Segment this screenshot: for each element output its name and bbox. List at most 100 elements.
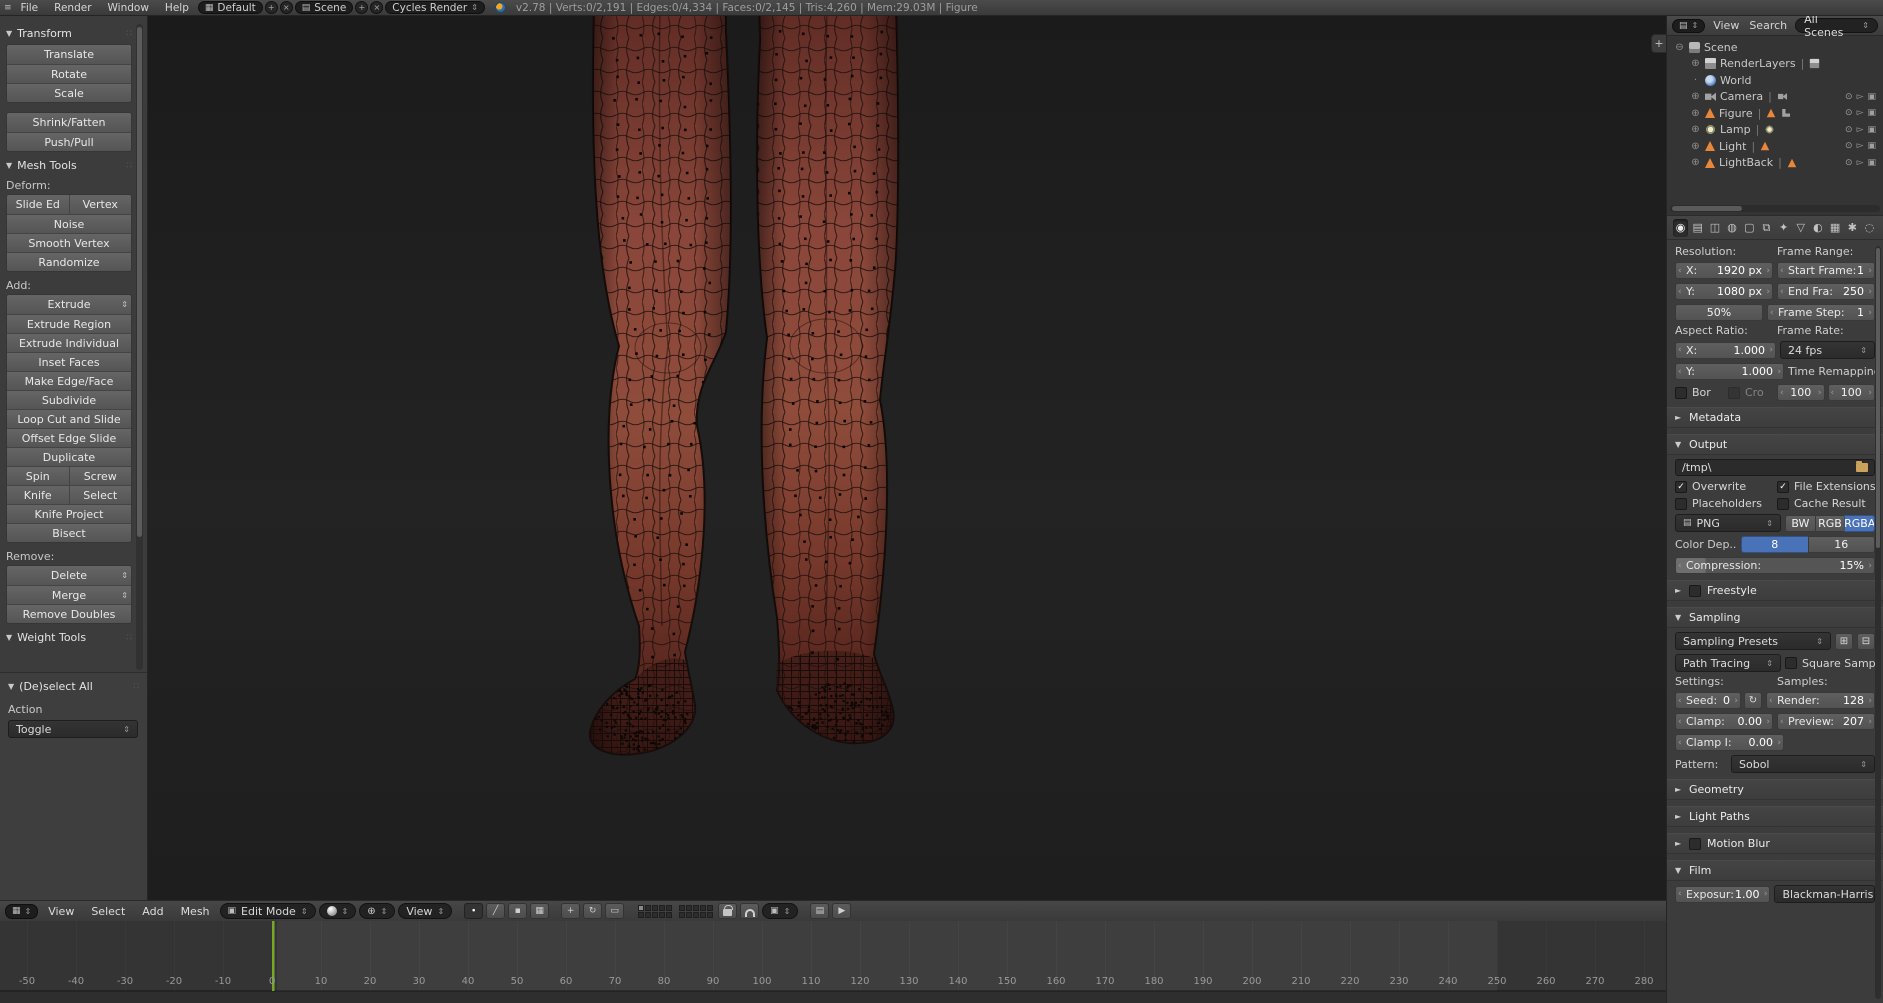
panel-drag-icon[interactable]: ∷ (126, 29, 132, 39)
viewport-shading-select[interactable]: ⇕ (319, 903, 357, 919)
rgb-button[interactable]: RGB (1815, 515, 1846, 532)
manipulator-translate-button[interactable]: + (561, 903, 580, 919)
viewport-editor-type-button[interactable]: ▦ ⇕ (5, 904, 38, 919)
outliner-item-lightback[interactable]: ⊕LightBack|⊙▻▣ (1669, 155, 1881, 172)
vertex-select-mode-button[interactable]: ∙ (464, 903, 483, 919)
outliner-display-filter[interactable]: All Scenes ⇕ (1795, 18, 1878, 33)
render-samples-field[interactable]: Render:128 (1766, 692, 1875, 709)
pattern-select[interactable]: Sobol (1731, 755, 1875, 773)
integrator-select[interactable]: Path Tracing (1675, 654, 1781, 672)
renderable-icon[interactable]: ▣ (1867, 141, 1876, 151)
layers-widget[interactable] (638, 905, 672, 918)
delete-layout-button[interactable]: × (280, 1, 293, 14)
renderable-icon[interactable]: ▣ (1867, 92, 1876, 102)
outliner-hscrollbar[interactable] (1670, 205, 1880, 212)
menu-file[interactable]: File (14, 2, 46, 14)
tool-noise[interactable]: Noise (7, 214, 131, 233)
tool-delete[interactable]: Delete⇕ (7, 566, 131, 585)
depth-8-button[interactable]: 8 (1741, 536, 1809, 553)
remove-preset-button[interactable]: ⊟ (1857, 633, 1875, 650)
crop-checkbox[interactable]: Cro (1728, 386, 1773, 399)
add-region-tab[interactable]: + (1651, 34, 1666, 53)
remap-new-field[interactable]: 100 (1828, 384, 1876, 401)
panel-drag-icon[interactable]: ∷ (133, 682, 139, 692)
orientation-select[interactable]: View ⇕ (398, 903, 452, 919)
tool-extrude[interactable]: Extrude⇕ (7, 295, 131, 314)
expand-icon[interactable]: ⊕ (1690, 91, 1701, 102)
expand-icon[interactable]: ⊖ (1674, 42, 1685, 53)
frame-rate-select[interactable]: 24 fps (1780, 341, 1875, 359)
preview-samples-field[interactable]: Preview:207 (1777, 713, 1875, 730)
cache-result-checkbox[interactable]: Cache Result (1777, 497, 1875, 510)
motion-blur-panel-header[interactable]: ►Motion Blur (1667, 833, 1883, 854)
tool-rotate[interactable]: Rotate (7, 64, 131, 83)
file-format-select[interactable]: ▤PNG (1675, 514, 1781, 532)
properties-tab-modifiers[interactable]: ✦ (1776, 219, 1791, 237)
tool-bisect[interactable]: Bisect (7, 523, 131, 542)
checkbox-icon[interactable] (1689, 585, 1701, 597)
tool-loop-cut-and-slide[interactable]: Loop Cut and Slide (7, 409, 131, 428)
renderable-icon[interactable]: ▣ (1867, 125, 1876, 135)
metadata-panel-header[interactable]: ►Metadata (1667, 407, 1883, 428)
freestyle-panel-header[interactable]: ►Freestyle (1667, 580, 1883, 601)
lock-to-scene-button[interactable] (718, 903, 737, 919)
properties-tab-world[interactable]: ◍ (1725, 219, 1740, 237)
properties-tab-data[interactable]: ▽ (1793, 219, 1808, 237)
tool-push-pull[interactable]: Push/Pull (7, 132, 131, 151)
seed-field[interactable]: Seed:0 (1675, 692, 1741, 709)
tool-make-edge-face[interactable]: Make Edge/Face (7, 371, 131, 390)
exposure-field[interactable]: Exposur:1.00 (1675, 886, 1770, 903)
hide-icon[interactable]: ⊙ (1845, 108, 1853, 118)
tool-duplicate[interactable]: Duplicate (7, 447, 131, 466)
hide-icon[interactable]: ⊙ (1845, 125, 1853, 135)
file-extensions-checkbox[interactable]: ✓File Extensions (1777, 480, 1875, 493)
menu-view[interactable]: View (41, 905, 81, 918)
snap-element-select[interactable]: ▣ ⇕ (762, 903, 798, 919)
selectable-icon[interactable]: ▻ (1857, 92, 1864, 102)
mode-select[interactable]: ▣ Edit Mode ⇕ (220, 903, 316, 919)
add-scene-button[interactable]: + (355, 1, 368, 14)
tool-vertex[interactable]: Vertex (69, 195, 132, 214)
opengl-render-anim-button[interactable]: ▶ (832, 903, 851, 919)
selectable-icon[interactable]: ▻ (1857, 141, 1864, 151)
rgba-button[interactable]: RGBA (1844, 515, 1875, 532)
resolution-x-field[interactable]: X:1920 px (1675, 262, 1773, 279)
compression-slider[interactable]: Compression:15% (1675, 557, 1875, 574)
expand-icon[interactable]: ⊕ (1690, 58, 1701, 69)
aspect-x-field[interactable]: X:1.000 (1675, 342, 1776, 359)
redo-panel-header[interactable]: ▼ (De)select All ∷ (8, 680, 139, 693)
sampling-presets-select[interactable]: Sampling Presets (1675, 632, 1831, 650)
manipulator-scale-button[interactable]: ▭ (605, 903, 624, 919)
tool-subdivide[interactable]: Subdivide (7, 390, 131, 409)
properties-tab-object[interactable]: ▢ (1742, 219, 1757, 237)
properties-tab-scene[interactable]: ◫ (1707, 219, 1722, 237)
selectable-icon[interactable]: ▻ (1857, 158, 1864, 168)
light-paths-panel-header[interactable]: ►Light Paths (1667, 806, 1883, 827)
sampling-panel-header[interactable]: ▼Sampling (1667, 607, 1883, 628)
properties-tab-material[interactable]: ◐ (1810, 219, 1825, 237)
outliner-item-renderlayers[interactable]: ⊕RenderLayers| (1669, 56, 1881, 73)
output-path-field[interactable]: /tmp\ (1675, 459, 1875, 476)
add-layout-button[interactable]: + (265, 1, 278, 14)
tool-randomize[interactable]: Randomize (7, 252, 131, 271)
tool-translate[interactable]: Translate (7, 45, 131, 64)
scene-select[interactable]: ▤ Scene (295, 1, 354, 14)
renderable-icon[interactable]: ▣ (1867, 158, 1876, 168)
square-samples-checkbox[interactable]: Square Samp... (1785, 657, 1875, 670)
delete-scene-button[interactable]: × (370, 1, 383, 14)
tool-extrude-region[interactable]: Extrude Region (7, 314, 131, 333)
tool-scale[interactable]: Scale (7, 83, 131, 102)
pixel-filter-select[interactable]: Blackman-Harris (1774, 885, 1875, 903)
hide-icon[interactable]: ⊙ (1845, 92, 1853, 102)
hide-icon[interactable]: ⊙ (1845, 158, 1853, 168)
properties-tab-render-layers[interactable]: ▤ (1690, 219, 1705, 237)
outliner-item-scene[interactable]: ⊖Scene (1669, 39, 1881, 56)
pivot-select[interactable]: ⊕ ⇕ (359, 903, 395, 919)
timeline-track[interactable]: -50-40-30-20-100102030405060708090100110… (0, 921, 1666, 991)
menu-outliner-search[interactable]: Search (1747, 19, 1789, 32)
layers-widget-2[interactable] (679, 905, 713, 918)
panel-header-transform[interactable]: ▼Transform∷ (6, 27, 132, 40)
renderable-icon[interactable]: ▣ (1867, 108, 1876, 118)
editor-type-icon[interactable]: ≡ (4, 3, 12, 13)
add-preset-button[interactable]: ⊞ (1835, 633, 1853, 650)
